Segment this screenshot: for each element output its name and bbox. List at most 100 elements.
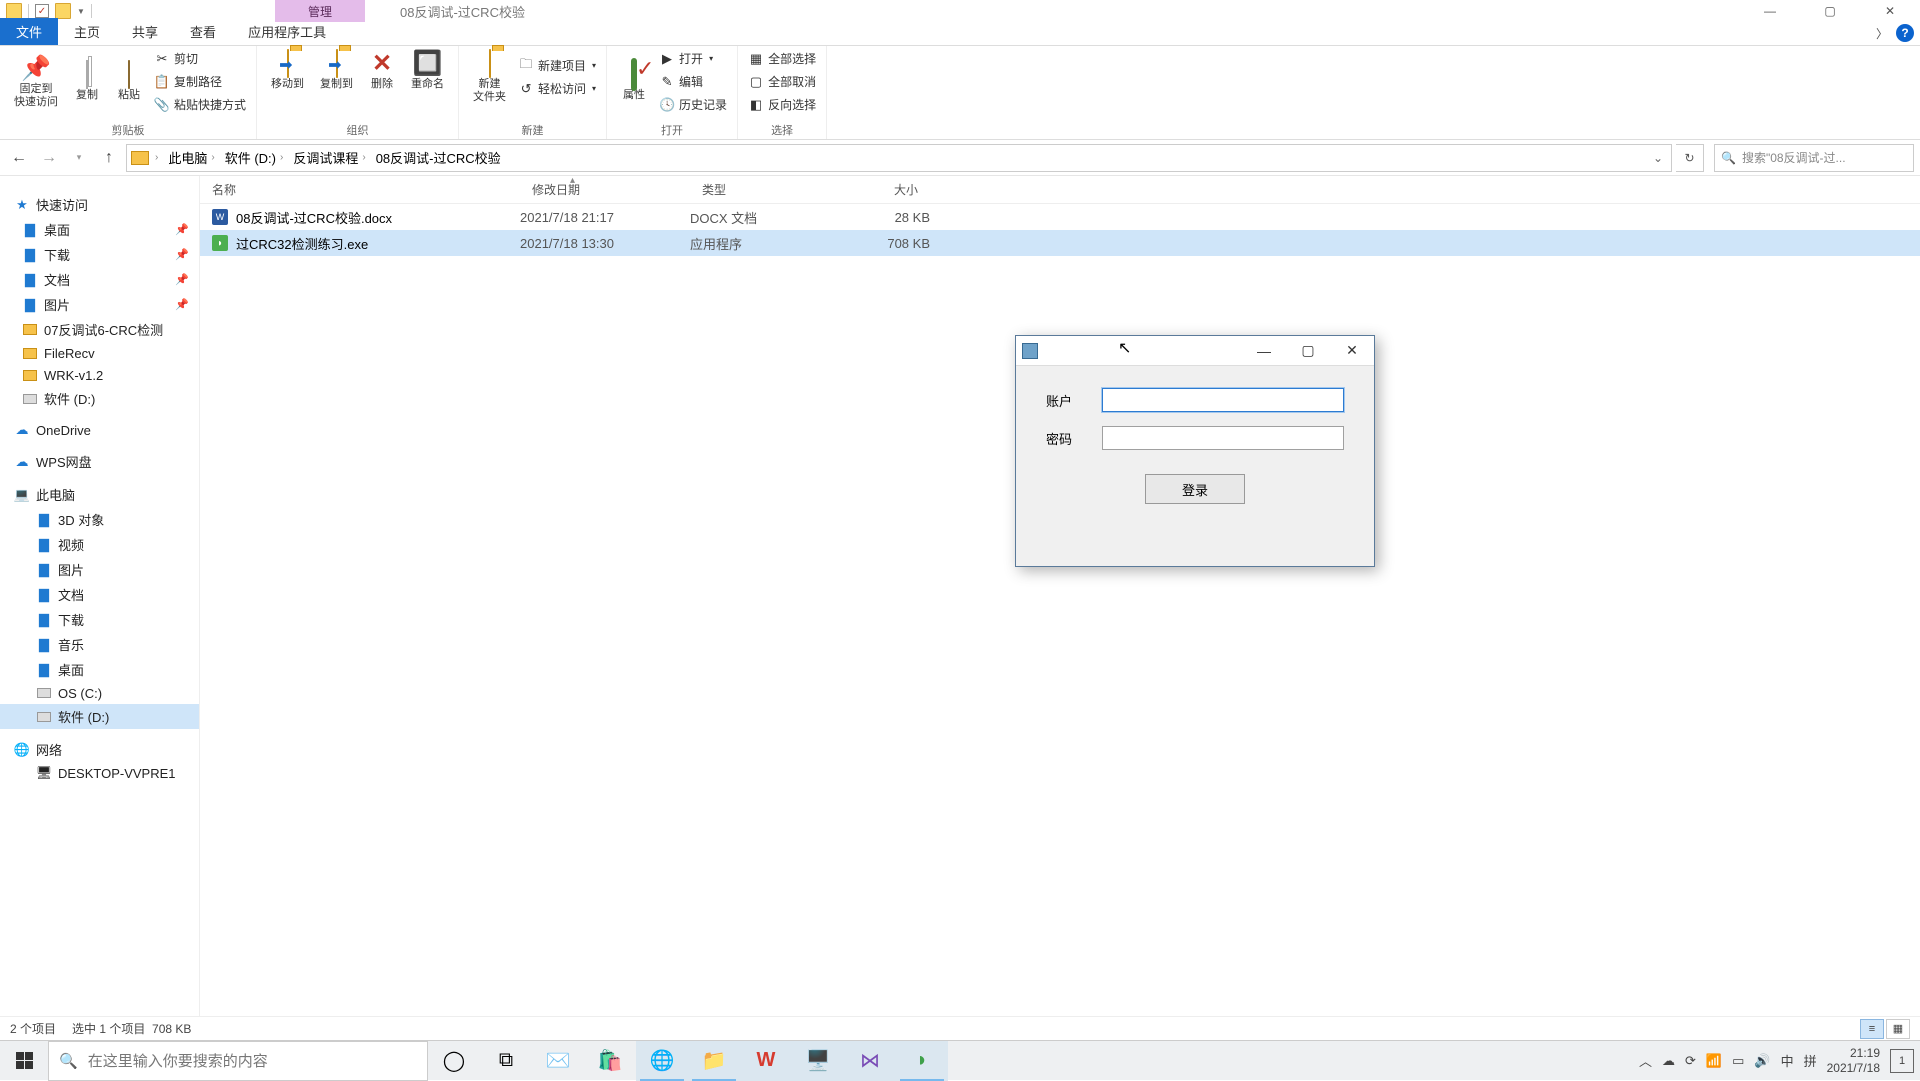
crumb-drive[interactable]: 软件 (D:)› [221,148,288,167]
tree-item[interactable]: ▇下载 [0,607,199,632]
dialog-close-button[interactable]: ✕ [1330,336,1374,366]
task-vs[interactable]: ⋈ [844,1041,896,1081]
tree-item[interactable]: ▇下载📌 [0,242,199,267]
properties-button[interactable]: 属性 [613,59,655,104]
tree-item[interactable]: ▇图片 [0,557,199,582]
login-button[interactable]: 登录 [1145,474,1245,504]
cut-button[interactable]: ✂剪切 [150,48,250,69]
crumb-folder1[interactable]: 反调试课程› [289,148,369,167]
copy-path-button[interactable]: 📋复制路径 [150,71,250,92]
search-input[interactable]: 🔍 搜索"08反调试-过... [1714,144,1914,172]
tree-item[interactable]: WRK-v1.2 [0,364,199,386]
task-wps[interactable]: W [740,1041,792,1081]
tree-quick-access[interactable]: ★快速访问 [0,192,199,217]
pin-quickaccess-button[interactable]: 📌 固定到 快速访问 [6,53,66,111]
tray-onedrive-icon[interactable]: ☁ [1662,1053,1675,1069]
tray-clock[interactable]: 21:19 2021/7/18 [1827,1046,1880,1076]
tree-wps[interactable]: ☁WPS网盘 [0,449,199,474]
tree-item[interactable]: ▇视频 [0,532,199,557]
col-name[interactable]: 名称 [200,181,520,198]
tab-home[interactable]: 主页 [58,18,116,45]
task-vmware[interactable]: 🖥️ [792,1041,844,1081]
address-bar[interactable]: › 此电脑› 软件 (D:)› 反调试课程› 08反调试-过CRC校验 ⌄ [126,144,1672,172]
tree-item[interactable]: OS (C:) [0,682,199,704]
qat-properties-icon[interactable]: ✓ [35,4,49,18]
invert-selection-button[interactable]: ◧反向选择 [744,94,820,115]
crumb-thispc[interactable]: 此电脑› [164,148,218,167]
col-type[interactable]: 类型 [690,181,830,198]
copy-button[interactable]: 复制 [66,59,108,104]
tray-battery-icon[interactable]: ▭ [1732,1053,1744,1069]
start-button[interactable] [0,1041,48,1081]
easy-access-button[interactable]: ↺轻松访问▾ [514,78,600,99]
tree-item[interactable]: ▇桌面 [0,657,199,682]
task-cortana[interactable]: ◯ [428,1041,480,1081]
tray-expand-icon[interactable]: ︿ [1639,1051,1652,1070]
history-button[interactable]: 🕓历史记录 [655,94,731,115]
paste-button[interactable]: 粘贴 [108,59,150,104]
nav-forward-button[interactable]: → [36,145,62,171]
tree-item[interactable]: ▇文档📌 [0,267,199,292]
tray-ime1[interactable]: 中 [1781,1051,1794,1070]
file-row[interactable]: ◗过CRC32检测练习.exe2021/7/18 13:30应用程序708 KB [200,230,1920,256]
paste-shortcut-button[interactable]: 📎粘贴快捷方式 [150,94,250,115]
qat-newfolder-icon[interactable] [55,3,71,19]
task-app[interactable]: ◗ [896,1041,948,1081]
dialog-titlebar[interactable]: ― ▢ ✕ [1016,336,1374,366]
crumb-chevron[interactable]: › [151,152,162,163]
crumb-folder2[interactable]: 08反调试-过CRC校验 [372,148,505,167]
tab-share[interactable]: 共享 [116,18,174,45]
close-button[interactable]: ✕ [1860,0,1920,22]
tree-item[interactable]: 🖥DESKTOP-VVPRE1 [0,762,199,784]
qat-dropdown-icon[interactable]: ▼ [77,7,85,16]
tray-ime2[interactable]: 拼 [1804,1051,1817,1070]
task-mail[interactable]: ✉️ [532,1041,584,1081]
rename-button[interactable]: 🔲 重命名 [403,48,452,93]
new-folder-button[interactable]: 新建 文件夹 [465,48,514,106]
navigation-tree[interactable]: ★快速访问 ▇桌面📌▇下载📌▇文档📌▇图片📌07反调试6-CRC检测FileRe… [0,176,200,1016]
select-all-button[interactable]: ▦全部选择 [744,48,820,69]
open-button[interactable]: ▶打开▾ [655,48,731,69]
tree-item[interactable]: ▇桌面📌 [0,217,199,242]
nav-back-button[interactable]: ← [6,145,32,171]
tray-volume-icon[interactable]: 🔊 [1754,1053,1770,1069]
tray-wifi-icon[interactable]: 📶 [1706,1053,1722,1069]
view-details-button[interactable]: ≡ [1860,1019,1884,1039]
address-dropdown-icon[interactable]: ⌄ [1649,151,1667,165]
col-date[interactable]: 修改日期 [520,181,690,198]
nav-up-button[interactable]: ↑ [96,145,122,171]
tab-file[interactable]: 文件 [0,18,58,45]
new-item-button[interactable]: 🗀新建项目▾ [514,55,600,76]
tree-network[interactable]: 🌐网络 [0,737,199,762]
tree-item[interactable]: 07反调试6-CRC检测 [0,317,199,342]
tray-sync-icon[interactable]: ⟳ [1685,1053,1696,1069]
tray-notifications-button[interactable]: 1 [1890,1049,1914,1073]
copy-to-button[interactable]: ➡ 复制到 [312,48,361,93]
minimize-button[interactable]: ― [1740,0,1800,22]
tree-onedrive[interactable]: ☁OneDrive [0,419,199,441]
ribbon-collapse-icon[interactable]: 〉 [1876,25,1888,42]
task-store[interactable]: 🛍️ [584,1041,636,1081]
help-icon[interactable]: ? [1896,24,1914,42]
move-to-button[interactable]: ➡ 移动到 [263,48,312,93]
tree-item[interactable]: ▇图片📌 [0,292,199,317]
tree-item[interactable]: 软件 (D:) [0,704,199,729]
select-none-button[interactable]: ▢全部取消 [744,71,820,92]
dialog-maximize-button[interactable]: ▢ [1286,336,1330,366]
tree-item[interactable]: FileRecv [0,342,199,364]
password-input[interactable] [1102,426,1344,450]
edit-button[interactable]: ✎编辑 [655,71,731,92]
username-input[interactable] [1102,388,1344,412]
tree-item[interactable]: ▇音乐 [0,632,199,657]
file-row[interactable]: W08反调试-过CRC校验.docx2021/7/18 21:17DOCX 文档… [200,204,1920,230]
maximize-button[interactable]: ▢ [1800,0,1860,22]
tree-item[interactable]: ▇文档 [0,582,199,607]
tree-this-pc[interactable]: 💻此电脑 [0,482,199,507]
tab-view[interactable]: 查看 [174,18,232,45]
dialog-minimize-button[interactable]: ― [1242,336,1286,366]
task-explorer[interactable]: 📁 [688,1041,740,1081]
refresh-button[interactable]: ↻ [1676,144,1704,172]
task-edge[interactable]: 🌐 [636,1041,688,1081]
tree-item[interactable]: ▇3D 对象 [0,507,199,532]
col-size[interactable]: 大小 [830,181,930,198]
